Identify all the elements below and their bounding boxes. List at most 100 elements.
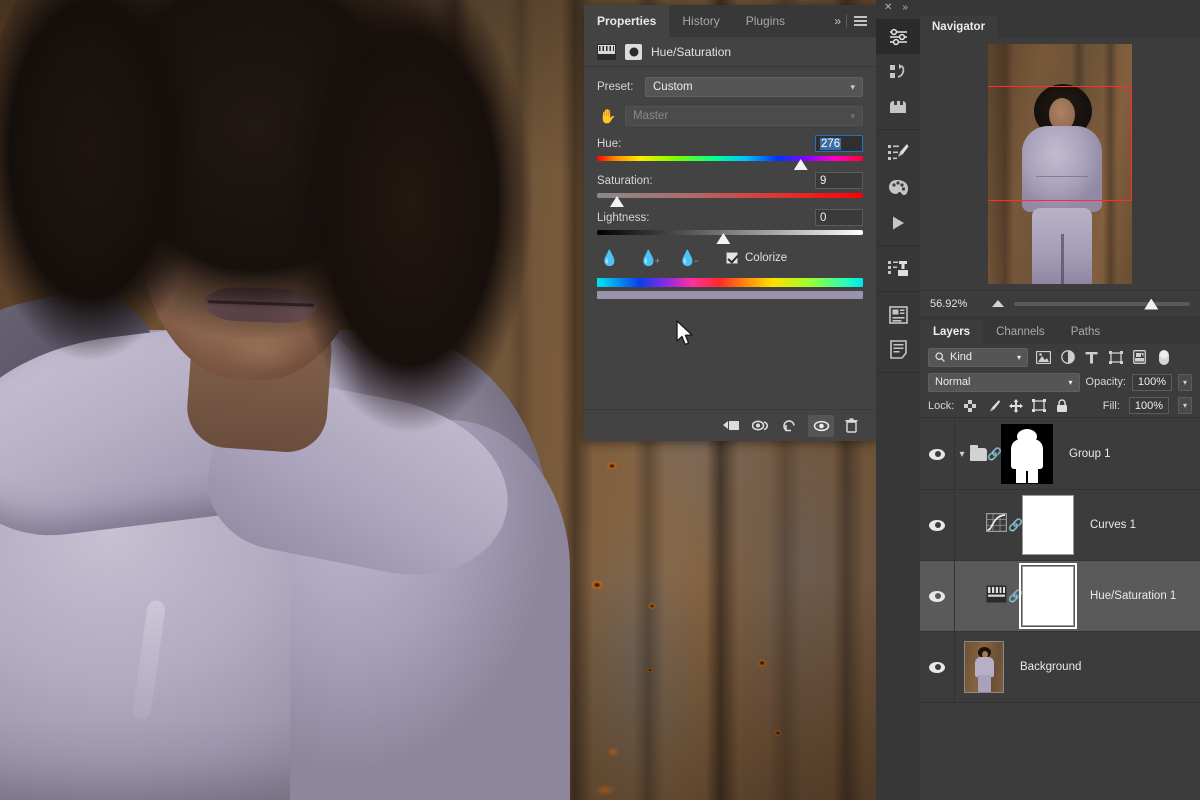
eyedropper-icon[interactable]: 💧 <box>601 249 618 266</box>
saturation-value-input[interactable]: 9 <box>815 172 863 189</box>
filter-type-icon[interactable] <box>1083 349 1100 366</box>
lightness-value-input[interactable]: 0 <box>815 209 863 226</box>
layer-name[interactable]: Curves 1 <box>1090 519 1136 531</box>
saturation-slider-track[interactable] <box>597 193 863 198</box>
lock-transparent-pixels-icon[interactable] <box>963 399 977 413</box>
table-row[interactable]: Background <box>920 632 1200 703</box>
panel-menu-icon[interactable] <box>847 16 876 26</box>
expand-panels-icon[interactable]: » <box>902 2 908 13</box>
navigator-view-rectangle[interactable] <box>988 86 1132 201</box>
chevron-down-icon: ▾ <box>1017 353 1021 362</box>
notes-icon[interactable] <box>876 332 920 367</box>
layer-name[interactable]: Hue/Saturation 1 <box>1090 590 1176 602</box>
delete-button[interactable] <box>838 415 864 437</box>
tab-paths[interactable]: Paths <box>1058 320 1113 344</box>
toggle-mask-view-button[interactable] <box>748 415 774 437</box>
hue-value-input[interactable]: 276 <box>815 135 863 152</box>
layer-name[interactable]: Group 1 <box>1069 448 1111 460</box>
opacity-value-input[interactable]: 100% <box>1132 374 1172 391</box>
clip-to-layer-button[interactable] <box>718 415 744 437</box>
colorize-control[interactable]: Colorize <box>726 252 787 264</box>
clone-source-icon[interactable] <box>876 251 920 286</box>
channel-dropdown[interactable]: Master ▾ <box>625 106 863 126</box>
opacity-stepper[interactable]: ▾ <box>1178 374 1192 391</box>
filter-kind-label: Kind <box>950 351 972 363</box>
navigator-panel: Navigator <box>920 14 1200 290</box>
hue-range-spectrum[interactable] <box>597 278 863 299</box>
chevron-down-icon: ▾ <box>850 82 855 93</box>
tab-navigator[interactable]: Navigator <box>920 16 997 38</box>
spectrum-result[interactable] <box>597 291 863 299</box>
swatches-icon[interactable] <box>876 170 920 205</box>
filter-shape-icon[interactable] <box>1107 349 1124 366</box>
layer-visibility-toggle[interactable] <box>920 591 954 602</box>
layer-thumbnail[interactable] <box>964 641 1004 693</box>
fill-label: Fill: <box>1103 400 1120 412</box>
filter-pixel-icon[interactable] <box>1035 349 1052 366</box>
libraries-icon[interactable] <box>876 297 920 332</box>
zoom-slider-track[interactable] <box>1014 302 1190 306</box>
properties-tab-bar: Properties History Plugins » <box>584 5 876 37</box>
tab-channels[interactable]: Channels <box>983 320 1058 344</box>
zoom-slider-thumb[interactable] <box>1144 299 1158 310</box>
layer-visibility-toggle[interactable] <box>920 662 954 673</box>
layer-visibility-toggle[interactable] <box>920 520 954 531</box>
brush-settings-icon[interactable] <box>876 135 920 170</box>
tab-properties[interactable]: Properties <box>584 5 669 37</box>
layer-mask-thumbnail[interactable] <box>1022 566 1074 626</box>
chevron-double-right-icon[interactable]: » <box>828 14 846 28</box>
fill-stepper[interactable]: ▾ <box>1178 397 1192 414</box>
hue-label-row: Hue: 276 <box>597 135 863 152</box>
filter-kind-dropdown[interactable]: Kind ▾ <box>928 348 1028 367</box>
layer-mask-icon[interactable] <box>625 44 642 60</box>
table-row[interactable]: ▾ 🔗 Group 1 <box>920 419 1200 490</box>
fill-value-input[interactable]: 100% <box>1129 397 1169 414</box>
toggle-visibility-button[interactable] <box>808 415 834 437</box>
styles-icon[interactable] <box>876 89 920 124</box>
zoom-level-value[interactable]: 56.92% <box>920 298 992 310</box>
tab-layers[interactable]: Layers <box>920 320 983 344</box>
preset-value: Custom <box>653 81 693 93</box>
saturation-slider-thumb[interactable] <box>610 196 624 207</box>
reset-button[interactable] <box>778 415 804 437</box>
lightness-slider-thumb[interactable] <box>716 233 730 244</box>
blend-mode-dropdown[interactable]: Normal ▾ <box>928 373 1080 392</box>
layer-visibility-toggle[interactable] <box>920 449 954 460</box>
filter-smartobject-icon[interactable] <box>1131 349 1148 366</box>
eyedropper-subtract-icon[interactable]: 💧− <box>679 249 696 266</box>
filter-toggle-icon[interactable] <box>1155 349 1172 366</box>
layer-mask-thumbnail[interactable] <box>1001 424 1053 484</box>
on-image-adjust-icon[interactable]: ✋ <box>597 107 619 125</box>
link-icon[interactable]: 🔗 <box>987 447 1001 461</box>
tab-plugins[interactable]: Plugins <box>733 5 798 37</box>
play-icon[interactable] <box>876 205 920 240</box>
hue-slider-track[interactable] <box>597 156 863 161</box>
eyedropper-add-icon[interactable]: 💧+ <box>640 249 657 266</box>
group-expand-chevron-icon[interactable]: ▾ <box>954 449 970 460</box>
lightness-label: Lightness: <box>597 212 649 224</box>
link-icon[interactable]: 🔗 <box>1008 518 1022 532</box>
navigator-preview[interactable] <box>920 38 1200 290</box>
table-row[interactable]: 🔗 Curves 1 <box>920 490 1200 561</box>
eyedropper-row: 💧 💧+ 💧− Colorize <box>601 249 863 266</box>
lock-position-icon[interactable] <box>1009 399 1023 413</box>
tab-history[interactable]: History <box>669 5 732 37</box>
lock-artboard-nesting-icon[interactable] <box>1032 399 1046 413</box>
preset-dropdown[interactable]: Custom ▾ <box>645 77 863 97</box>
colorize-checkbox[interactable] <box>726 252 738 264</box>
actions-icon[interactable] <box>876 54 920 89</box>
spectrum-source[interactable] <box>597 278 863 287</box>
filter-adjustment-icon[interactable] <box>1059 349 1076 366</box>
lightness-slider-track[interactable] <box>597 230 863 235</box>
link-icon[interactable]: 🔗 <box>1008 589 1022 603</box>
hue-slider-thumb[interactable] <box>794 159 808 170</box>
layer-mask-thumbnail[interactable] <box>1022 495 1074 555</box>
close-icon[interactable]: ✕ <box>884 2 892 13</box>
zoom-out-icon[interactable] <box>992 300 1004 307</box>
layer-name[interactable]: Background <box>1020 661 1081 673</box>
table-row[interactable]: 🔗 Hue/Saturation 1 <box>920 561 1200 632</box>
navigator-thumbnail[interactable] <box>988 44 1132 284</box>
lock-all-icon[interactable] <box>1055 399 1069 413</box>
lock-image-pixels-icon[interactable] <box>986 399 1000 413</box>
adjustments-icon[interactable] <box>876 19 920 54</box>
